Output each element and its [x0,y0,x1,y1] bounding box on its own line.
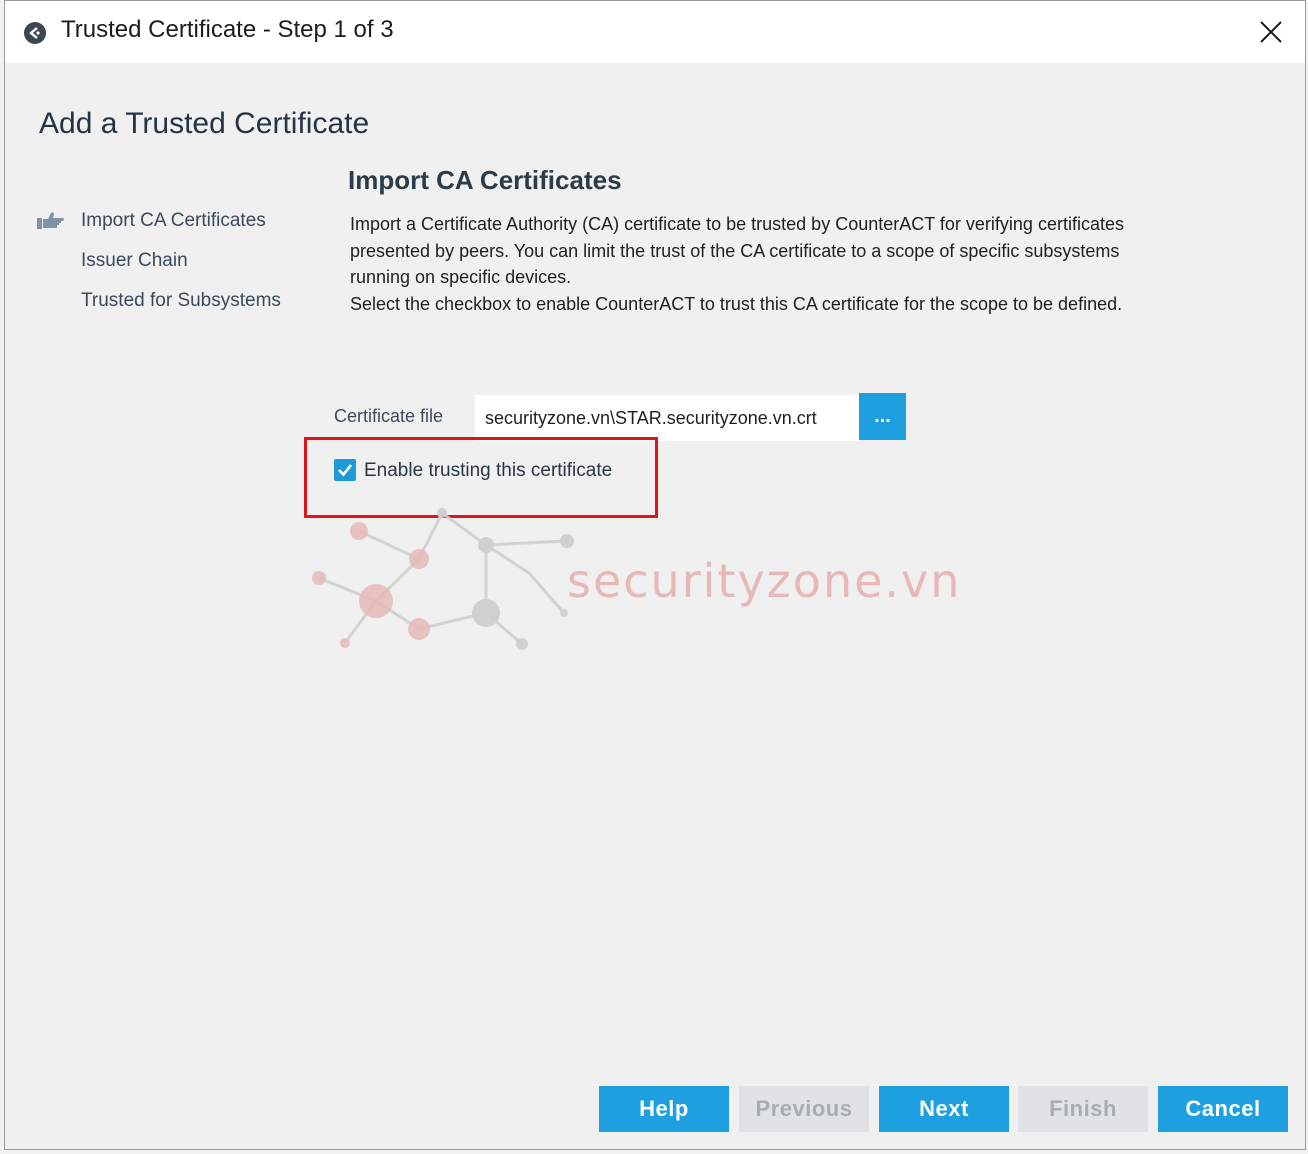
step-label: Import CA Certificates [81,210,266,231]
browse-button[interactable]: ... [859,393,906,440]
watermark-logo: securityzone.vn [312,508,961,650]
step-import-ca-certificates: Import CA Certificates [35,201,281,241]
step-issuer-chain: Issuer Chain [35,241,281,281]
enable-trust-checkbox[interactable] [334,459,356,481]
checkmark-icon [338,464,353,477]
watermark-text: securityzone.vn [567,554,961,608]
description-line: running on specific devices. [350,267,572,287]
previous-button[interactable]: Previous [739,1086,869,1132]
help-button[interactable]: Help [599,1086,729,1132]
description-line: Select the checkbox to enable CounterACT… [350,293,1123,314]
page-title: Add a Trusted Certificate [39,107,370,140]
step-label: Trusted for Subsystems [81,290,281,311]
certificate-file-input[interactable]: securityzone.vn\STAR.securityzone.vn.crt [475,395,859,441]
cancel-button[interactable]: Cancel [1158,1086,1288,1132]
enable-trust-label[interactable]: Enable trusting this certificate [364,460,612,482]
certificate-file-label: Certificate file [334,406,444,426]
step-trusted-for-subsystems: Trusted for Subsystems [35,281,281,321]
section-title: Import CA Certificates [348,165,622,195]
close-icon[interactable] [1259,20,1283,44]
description-line: Import a Certificate Authority (CA) cert… [350,214,1124,234]
app-icon [24,22,46,44]
wizard-steps: Import CA Certificates Issuer Chain Trus… [35,201,281,321]
title-bar: Trusted Certificate - Step 1 of 3 [5,1,1305,63]
window-title: Trusted Certificate - Step 1 of 3 [61,16,394,43]
pointing-hand-icon [37,212,64,229]
description-line: presented by peers. You can limit the tr… [350,240,1120,261]
dialog-window: Trusted Certificate - Step 1 of 3 Add a … [4,0,1306,1150]
finish-button[interactable]: Finish [1018,1086,1148,1132]
close-button[interactable] [1251,13,1291,51]
step-label: Issuer Chain [81,250,188,271]
next-button[interactable]: Next [879,1086,1009,1132]
section-description: Import a Certificate Authority (CA) cert… [350,211,1250,317]
